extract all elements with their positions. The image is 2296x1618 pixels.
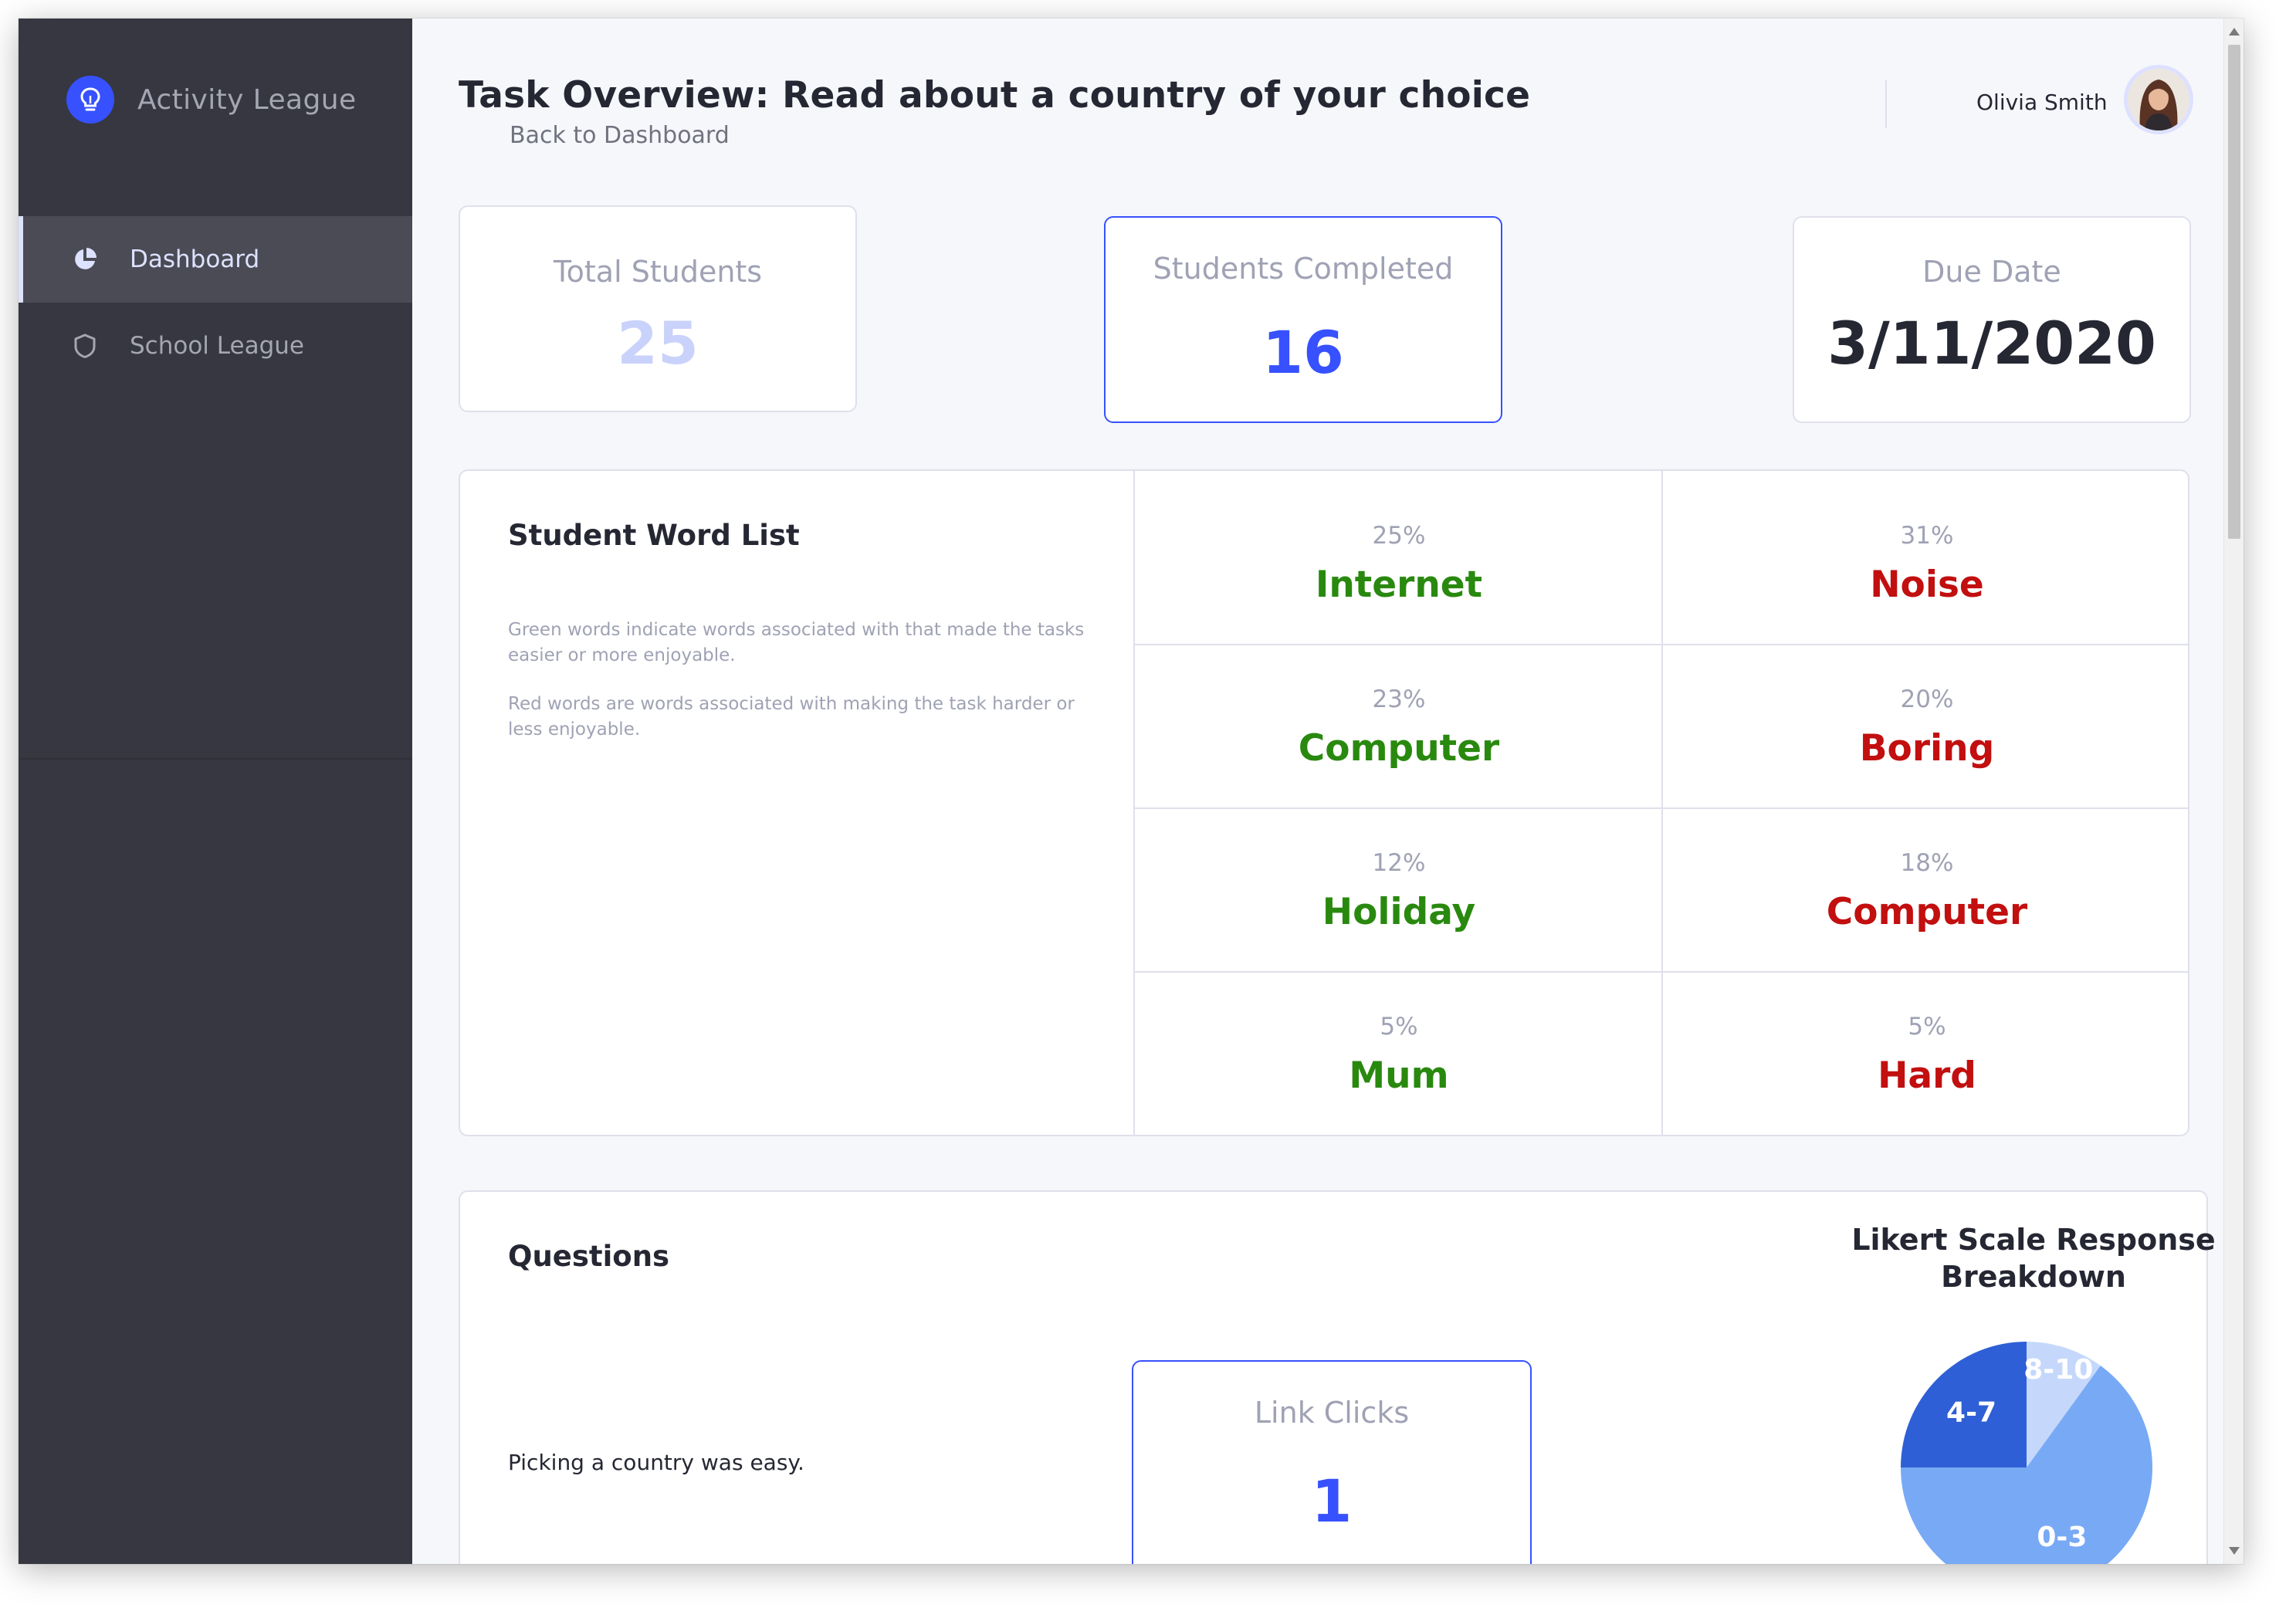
students-completed-card: Students Completed 16 <box>1104 216 1502 423</box>
word-percentage: 5% <box>1380 1013 1418 1041</box>
link-clicks-card: Link Clicks 1 <box>1132 1360 1532 1564</box>
word-negative: Computer <box>1826 891 2028 933</box>
word-negative: Hard <box>1878 1054 1976 1097</box>
word-cell-positive: 5% Mum <box>1135 962 1663 1125</box>
total-students-card: Total Students 25 <box>459 205 857 412</box>
word-list-panel: Student Word List Green words indicate w… <box>459 469 2189 1136</box>
sidebar-item-dashboard[interactable]: Dashboard <box>19 216 412 303</box>
likert-pie-chart: 8-10 0-3 4-7 <box>1899 1340 2154 1564</box>
user-name[interactable]: Olivia Smith <box>1976 90 2108 115</box>
sidebar-item-label: School League <box>130 332 304 360</box>
word-list-desc-green: Green words indicate words associated wi… <box>508 620 1085 665</box>
word-positive: Internet <box>1315 564 1483 606</box>
sidebar-item-school-league[interactable]: School League <box>19 303 412 389</box>
word-percentage: 12% <box>1372 849 1426 877</box>
link-clicks-value: 1 <box>1311 1467 1353 1535</box>
header-divider <box>1885 80 1887 128</box>
pie-label-8-10: 8-10 <box>2023 1354 2093 1386</box>
word-percentage: 5% <box>1908 1013 1946 1041</box>
sidebar: Activity League Dashboard School League <box>19 19 412 1564</box>
total-students-value: 25 <box>617 309 699 377</box>
sidebar-item-label: Dashboard <box>130 245 260 273</box>
likert-pie-svg: 8-10 0-3 4-7 <box>1901 1342 2152 1564</box>
questions-title: Questions <box>508 1240 670 1273</box>
word-cell-positive: 25% Internet <box>1135 471 1663 635</box>
word-percentage: 20% <box>1900 685 1954 713</box>
word-negative: Boring <box>1859 727 1995 770</box>
word-percentage: 31% <box>1900 522 1954 550</box>
page-title: Task Overview: Read about a country of y… <box>459 74 1531 117</box>
total-students-label: Total Students <box>553 255 763 289</box>
word-percentage: 18% <box>1900 849 1954 877</box>
word-positive: Holiday <box>1322 891 1476 933</box>
pie-chart-icon <box>71 245 99 273</box>
brand[interactable]: Activity League <box>66 76 357 124</box>
word-percentage: 25% <box>1372 522 1426 550</box>
pie-label-0-3: 0-3 <box>2037 1522 2087 1553</box>
word-positive: Computer <box>1298 727 1500 770</box>
word-cell-negative: 5% Hard <box>1663 962 2188 1125</box>
sidebar-divider <box>19 758 412 760</box>
word-cell-positive: 12% Holiday <box>1135 798 1663 962</box>
word-cell-positive: 23% Computer <box>1135 635 1663 798</box>
word-percentage: 23% <box>1372 685 1426 713</box>
shield-icon <box>71 332 99 360</box>
word-cell-negative: 31% Noise <box>1663 471 2188 635</box>
likert-title: Likert Scale Response Breakdown <box>1851 1223 2216 1294</box>
word-positive: Mum <box>1349 1054 1449 1097</box>
avatar[interactable] <box>2124 65 2193 134</box>
sidebar-nav: Dashboard School League <box>19 216 412 389</box>
app-window: Activity League Dashboard School League … <box>19 19 2244 1564</box>
due-date-value: 3/11/2020 <box>1827 309 2156 377</box>
back-to-dashboard-link[interactable]: Back to Dashboard <box>510 122 730 149</box>
brand-title: Activity League <box>137 83 357 116</box>
due-date-card: Due Date 3/11/2020 <box>1793 216 2191 423</box>
scroll-thumb[interactable] <box>2228 45 2240 539</box>
link-clicks-label: Link Clicks <box>1254 1396 1410 1430</box>
due-date-label: Due Date <box>1922 255 2061 289</box>
word-list-title: Student Word List <box>508 519 800 552</box>
scroll-up-icon[interactable] <box>2229 28 2240 36</box>
pie-label-4-7: 4-7 <box>1946 1397 1996 1429</box>
scrollbar[interactable] <box>2223 19 2244 1564</box>
word-list-desc-red: Red words are words associated with maki… <box>508 694 1075 740</box>
word-cell-negative: 20% Boring <box>1663 635 2188 798</box>
lightbulb-icon <box>66 76 114 124</box>
word-negative: Noise <box>1870 564 1984 606</box>
question-text: Picking a country was easy. <box>508 1450 804 1475</box>
students-completed-label: Students Completed <box>1153 252 1454 286</box>
word-cell-negative: 18% Computer <box>1663 798 2188 962</box>
scroll-down-icon[interactable] <box>2229 1547 2240 1555</box>
students-completed-value: 16 <box>1262 318 1344 387</box>
